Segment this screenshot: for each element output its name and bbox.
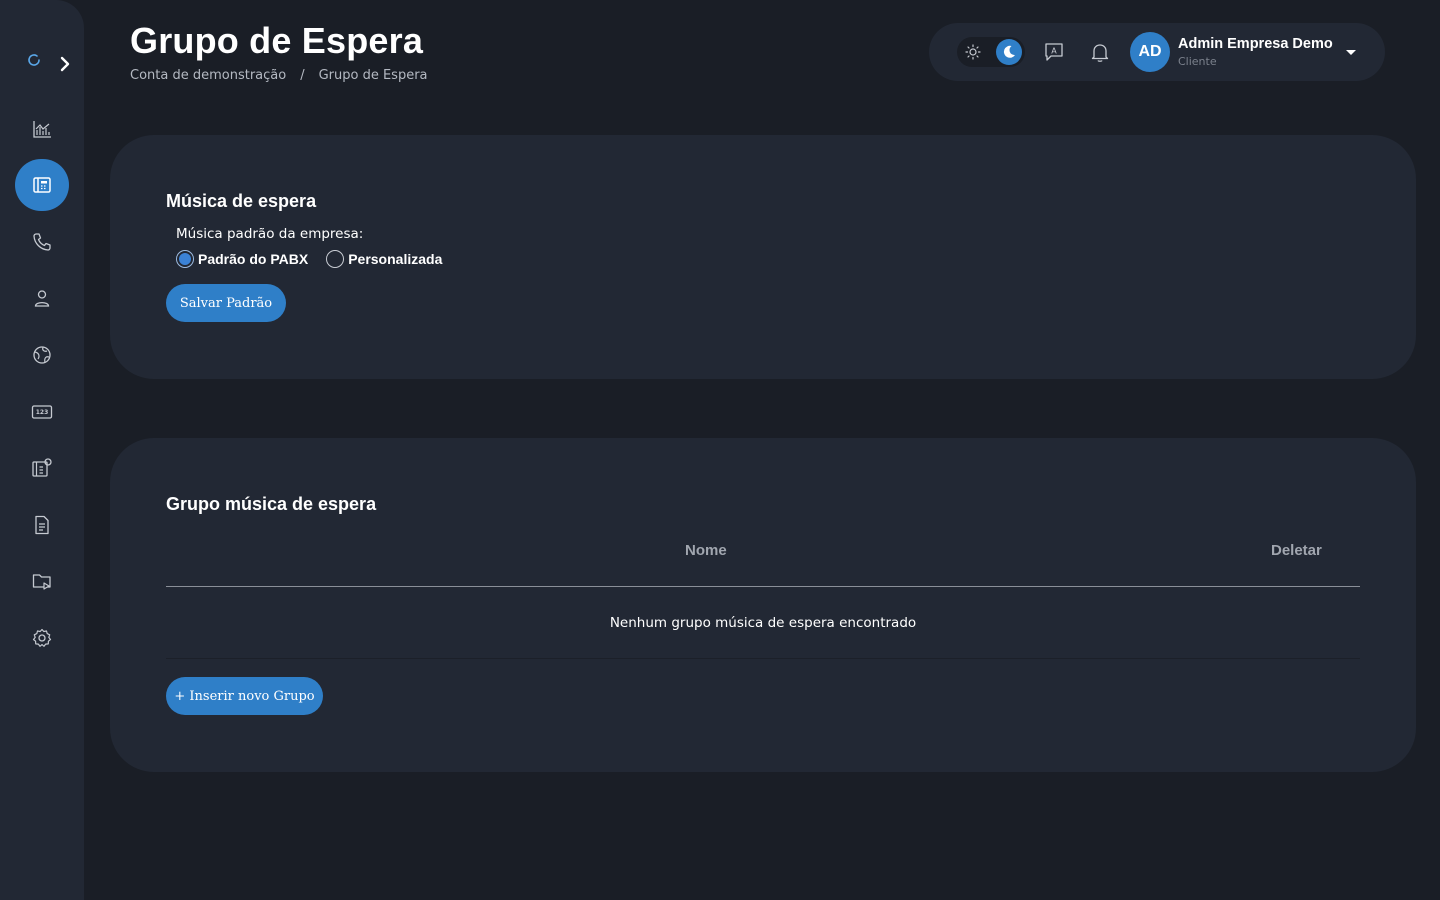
- hold-groups-card: Grupo música de espera Nome Deletar Nenh…: [110, 438, 1416, 772]
- sidebar: 123: [0, 0, 84, 900]
- sidebar-item-pbx[interactable]: [15, 159, 69, 211]
- pbx-icon: [33, 177, 51, 193]
- radio-label: Padrão do PABX: [198, 251, 309, 267]
- breadcrumb: Conta de demonstração / Grupo de Espera: [130, 68, 428, 83]
- user-icon: [34, 290, 50, 307]
- logo-icon: [28, 54, 40, 66]
- topbar: A AD Admin Empresa Demo Cliente: [929, 23, 1385, 81]
- sun-icon[interactable]: [963, 42, 983, 62]
- radio-option-pbx-default[interactable]: Padrão do PABX: [176, 250, 308, 268]
- sidebar-item-users[interactable]: [15, 272, 69, 324]
- page-title: Grupo de Espera: [130, 20, 424, 61]
- sidebar-item-network[interactable]: [15, 329, 69, 381]
- sidebar-item-reports[interactable]: [15, 499, 69, 551]
- empty-state-row: Nenhum grupo música de espera encontrado: [166, 587, 1360, 659]
- theme-toggle[interactable]: [957, 37, 1025, 67]
- column-header-name[interactable]: Nome: [685, 542, 727, 559]
- breadcrumb-separator: /: [300, 68, 305, 83]
- svg-text:A: A: [1051, 46, 1057, 55]
- hold-groups-title: Grupo música de espera: [166, 494, 377, 514]
- gear-icon: [32, 628, 52, 647]
- svg-text:123: 123: [36, 409, 49, 416]
- sidebar-item-pbx-settings[interactable]: [15, 442, 69, 494]
- default-music-label: Música padrão da empresa:: [176, 226, 364, 242]
- hold-music-title: Música de espera: [166, 191, 317, 211]
- radio-option-custom[interactable]: Personalizada: [326, 250, 442, 268]
- sidebar-item-settings[interactable]: [15, 612, 69, 664]
- pbx-settings-icon: [32, 458, 52, 477]
- user-name[interactable]: Admin Empresa Demo: [1178, 36, 1333, 52]
- sidebar-top: [26, 52, 72, 76]
- sidebar-item-calls[interactable]: [15, 216, 69, 268]
- radio-custom[interactable]: [326, 250, 345, 268]
- radio-pbx-default[interactable]: [176, 250, 194, 268]
- chart-icon: [33, 121, 51, 138]
- chevron-right-icon[interactable]: [58, 56, 72, 72]
- chevron-down-icon[interactable]: [1345, 47, 1357, 57]
- column-header-delete: Deletar: [1271, 542, 1322, 559]
- sidebar-item-numbers[interactable]: 123: [15, 386, 69, 438]
- save-default-button[interactable]: Salvar Padrão: [166, 284, 286, 322]
- document-icon: [35, 515, 49, 535]
- music-radio-group: Padrão do PABX Personalizada: [176, 250, 460, 268]
- moon-icon[interactable]: [996, 39, 1022, 65]
- avatar[interactable]: AD: [1130, 32, 1170, 72]
- user-role: Cliente: [1178, 55, 1217, 68]
- bell-icon[interactable]: [1089, 41, 1111, 63]
- chat-icon[interactable]: A: [1043, 41, 1065, 63]
- globe-icon: [33, 346, 51, 364]
- hold-music-card: Música de espera Música padrão da empres…: [110, 135, 1416, 379]
- breadcrumb-item-account[interactable]: Conta de demonstração: [130, 68, 286, 83]
- radio-label: Personalizada: [348, 251, 443, 267]
- phone-icon: [33, 233, 51, 251]
- folder-play-icon: [32, 574, 51, 590]
- numpad-icon: 123: [31, 405, 53, 419]
- sidebar-item-dashboard[interactable]: [15, 103, 69, 155]
- insert-group-button[interactable]: + Inserir novo Grupo: [166, 677, 323, 715]
- breadcrumb-item-current: Grupo de Espera: [318, 68, 428, 83]
- sidebar-item-media[interactable]: [15, 555, 69, 607]
